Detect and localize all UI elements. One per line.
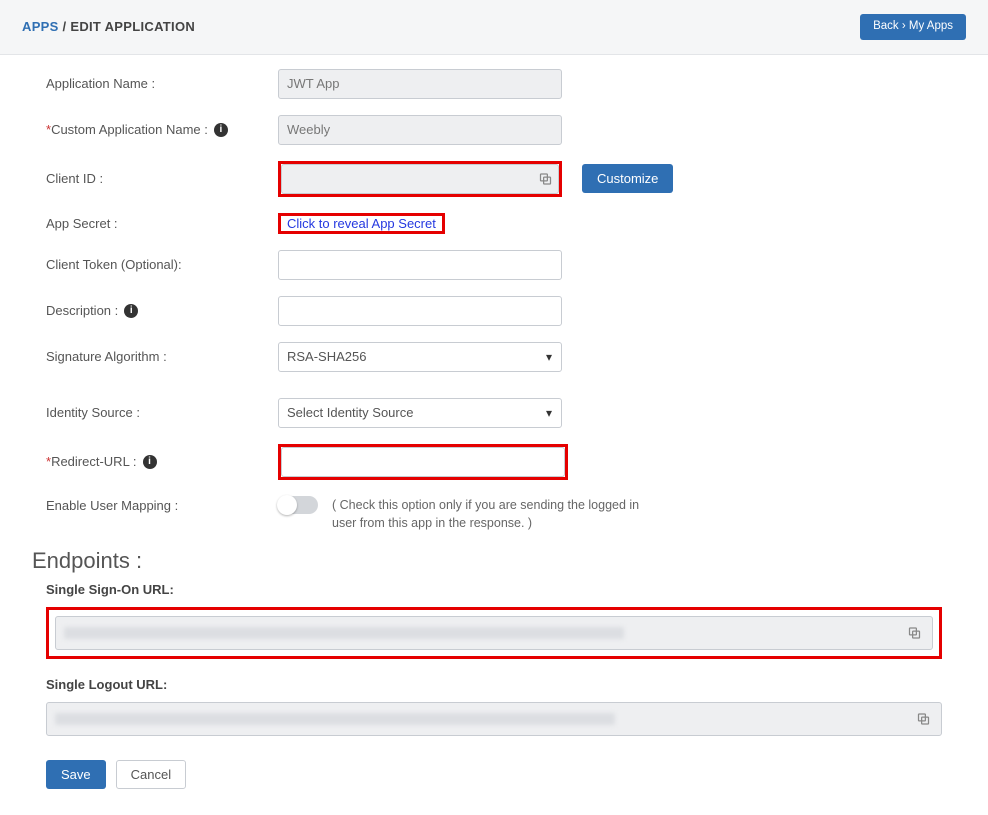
label-custom-app-name-text: Custom Application Name : bbox=[51, 122, 208, 137]
sso-url-value bbox=[64, 627, 624, 639]
highlight-app-secret: Click to reveal App Secret bbox=[278, 213, 445, 234]
label-redirect-url-text: Redirect-URL : bbox=[51, 454, 136, 469]
row-custom-app-name: *Custom Application Name : i bbox=[46, 115, 942, 145]
copy-icon[interactable] bbox=[916, 711, 931, 726]
breadcrumb-apps-link[interactable]: APPS bbox=[22, 19, 59, 34]
label-slo-url: Single Logout URL: bbox=[46, 677, 942, 692]
row-client-id: Client ID : Customize bbox=[46, 161, 942, 197]
breadcrumb: APPS / EDIT APPLICATION bbox=[22, 19, 195, 34]
row-enable-user-mapping: Enable User Mapping : ( Check this optio… bbox=[46, 496, 942, 532]
row-redirect-url: *Redirect-URL : i bbox=[46, 444, 942, 480]
copy-icon[interactable] bbox=[538, 171, 553, 186]
application-name-input bbox=[278, 69, 562, 99]
client-id-field bbox=[281, 164, 559, 194]
label-redirect-url: *Redirect-URL : i bbox=[46, 454, 278, 469]
redirect-url-input[interactable] bbox=[281, 447, 565, 477]
info-icon[interactable]: i bbox=[214, 123, 228, 137]
endpoint-slo: Single Logout URL: bbox=[46, 677, 942, 736]
label-identity-source: Identity Source : bbox=[46, 405, 278, 420]
row-identity-source: Identity Source : bbox=[46, 398, 942, 428]
breadcrumb-current: EDIT APPLICATION bbox=[70, 19, 195, 34]
label-signature-algorithm: Signature Algorithm : bbox=[46, 349, 278, 364]
client-token-input[interactable] bbox=[278, 250, 562, 280]
info-icon[interactable]: i bbox=[124, 304, 138, 318]
sso-url-field bbox=[55, 616, 933, 650]
label-app-secret: App Secret : bbox=[46, 216, 278, 231]
highlight-redirect-url bbox=[278, 444, 568, 480]
row-client-token: Client Token (Optional): bbox=[46, 250, 942, 280]
label-description: Description : i bbox=[46, 303, 278, 318]
endpoint-sso: Single Sign-On URL: bbox=[46, 582, 942, 659]
form-area: Application Name : *Custom Application N… bbox=[0, 55, 988, 815]
row-description: Description : i bbox=[46, 296, 942, 326]
label-enable-user-mapping: Enable User Mapping : bbox=[46, 496, 278, 513]
label-client-id: Client ID : bbox=[46, 171, 278, 186]
cancel-button[interactable]: Cancel bbox=[116, 760, 186, 789]
row-application-name: Application Name : bbox=[46, 69, 942, 99]
info-icon[interactable]: i bbox=[143, 455, 157, 469]
identity-source-select[interactable] bbox=[278, 398, 562, 428]
label-application-name: Application Name : bbox=[46, 76, 278, 91]
row-signature-algorithm: Signature Algorithm : bbox=[46, 342, 942, 372]
highlight-sso-url bbox=[46, 607, 942, 659]
identity-source-select-wrap bbox=[278, 398, 562, 428]
label-client-token: Client Token (Optional): bbox=[46, 257, 278, 272]
signature-algorithm-select-wrap bbox=[278, 342, 562, 372]
custom-app-name-input[interactable] bbox=[278, 115, 562, 145]
description-input[interactable] bbox=[278, 296, 562, 326]
client-id-input bbox=[281, 164, 559, 194]
label-custom-app-name: *Custom Application Name : i bbox=[46, 122, 278, 137]
slo-url-value bbox=[55, 713, 615, 725]
endpoints-heading: Endpoints : bbox=[32, 548, 942, 574]
customize-button[interactable]: Customize bbox=[582, 164, 673, 193]
signature-algorithm-select[interactable] bbox=[278, 342, 562, 372]
slo-url-field bbox=[46, 702, 942, 736]
row-app-secret: App Secret : Click to reveal App Secret bbox=[46, 213, 942, 234]
save-button[interactable]: Save bbox=[46, 760, 106, 789]
label-sso-url: Single Sign-On URL: bbox=[46, 582, 942, 597]
copy-icon[interactable] bbox=[907, 625, 922, 640]
back-my-apps-button[interactable]: Back › My Apps bbox=[860, 14, 966, 40]
highlight-client-id bbox=[278, 161, 562, 197]
label-description-text: Description : bbox=[46, 303, 118, 318]
back-my-apps-label: Back › My Apps bbox=[873, 21, 953, 33]
action-row: Save Cancel bbox=[46, 760, 942, 789]
enable-user-mapping-caption: ( Check this option only if you are send… bbox=[332, 496, 662, 532]
enable-user-mapping-toggle[interactable] bbox=[278, 496, 318, 514]
top-bar: APPS / EDIT APPLICATION Back › My Apps bbox=[0, 0, 988, 55]
reveal-app-secret-link[interactable]: Click to reveal App Secret bbox=[281, 212, 442, 235]
